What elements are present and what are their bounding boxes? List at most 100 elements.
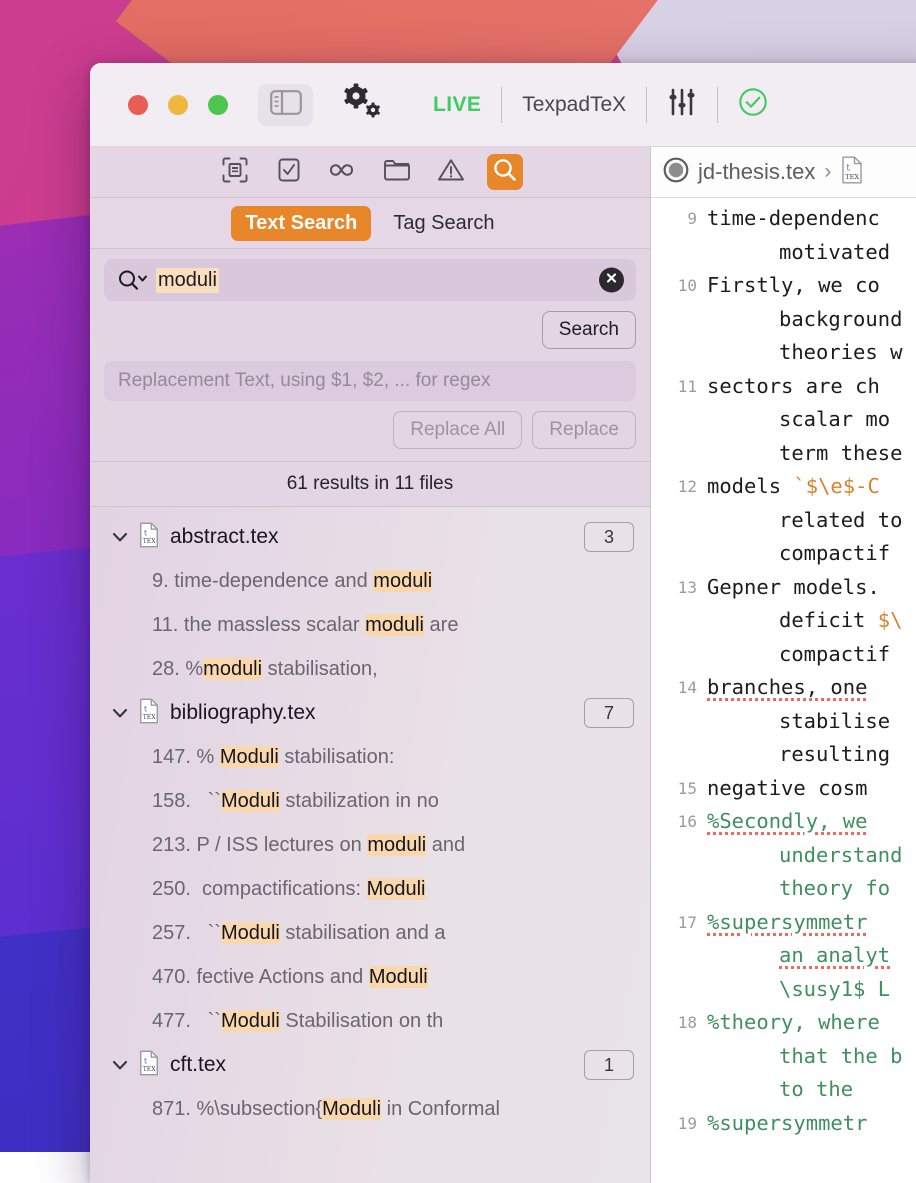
result-snippet: the massless scalar moduli are	[178, 614, 458, 637]
result-file-row[interactable]: tTEXcft.tex1	[90, 1043, 650, 1087]
line-number	[651, 1040, 707, 1074]
tab-text-search[interactable]: Text Search	[231, 206, 371, 241]
line-number: 10	[651, 269, 707, 303]
code-line[interactable]: 16%Secondly, we	[651, 805, 916, 839]
chevron-down-icon[interactable]	[112, 1059, 128, 1071]
sidebar-toggle-button[interactable]	[258, 84, 313, 126]
result-line-number: 213.	[152, 834, 191, 857]
replacement-input[interactable]: Replacement Text, using $1, $2, ... for …	[104, 361, 636, 401]
code-line[interactable]: \susy1$ L	[651, 973, 916, 1007]
code-line[interactable]: 10Firstly, we co	[651, 269, 916, 303]
result-hit-row[interactable]: 28. %moduli stabilisation,	[90, 647, 650, 691]
result-line-number: 9.	[152, 570, 169, 593]
result-hit-row[interactable]: 470. fective Actions and Moduli	[90, 955, 650, 999]
line-text: theories w	[707, 336, 916, 370]
search-button[interactable]: Search	[542, 311, 636, 349]
code-line[interactable]: an analyt	[651, 939, 916, 973]
search-icon-button[interactable]	[487, 154, 523, 190]
code-line[interactable]: compactif	[651, 638, 916, 672]
code-line[interactable]: scalar mo	[651, 403, 916, 437]
check-circle-icon	[738, 87, 768, 122]
result-line-number: 11.	[152, 614, 178, 637]
search-input[interactable]: moduli	[104, 259, 636, 301]
zoom-button[interactable]	[208, 95, 228, 115]
gears-icon	[341, 83, 383, 126]
result-snippet: %\subsection{Moduli in Conformal	[191, 1098, 500, 1121]
clear-search-button[interactable]	[599, 268, 624, 293]
code-line[interactable]: resulting	[651, 738, 916, 772]
code-line[interactable]: background	[651, 303, 916, 337]
result-snippet: %moduli stabilisation,	[180, 658, 378, 681]
search-options-icon[interactable]	[116, 268, 150, 292]
result-hit-row[interactable]: 147. % Moduli stabilisation:	[90, 735, 650, 779]
checkbox-icon-button[interactable]	[271, 154, 307, 190]
document-scan-icon	[222, 157, 248, 188]
code-line[interactable]: 11sectors are ch	[651, 370, 916, 404]
code-line[interactable]: related to	[651, 504, 916, 538]
result-snippet: fective Actions and Moduli	[191, 966, 428, 989]
code-line[interactable]: theories w	[651, 336, 916, 370]
line-text: Firstly, we co	[707, 269, 916, 303]
code-line[interactable]: to the	[651, 1073, 916, 1107]
line-text: understand	[707, 839, 916, 873]
line-number: 9	[651, 202, 707, 236]
result-match: moduli	[367, 834, 426, 856]
tab-tag-search[interactable]: Tag Search	[379, 206, 508, 241]
result-match: moduli	[373, 570, 432, 592]
replace-all-button[interactable]: Replace All	[393, 411, 522, 449]
typeset-settings-button[interactable]	[667, 87, 697, 122]
code-line[interactable]: stabilise	[651, 705, 916, 739]
code-line[interactable]: theory fo	[651, 872, 916, 906]
code-line[interactable]: motivated	[651, 236, 916, 270]
record-circle-icon[interactable]	[663, 157, 689, 188]
code-line[interactable]: understand	[651, 839, 916, 873]
chevron-down-icon[interactable]	[112, 531, 128, 543]
line-text: background	[707, 303, 916, 337]
code-editor[interactable]: 9time-dependencmotivated10Firstly, we co…	[651, 198, 916, 1183]
line-text: stabilise	[707, 705, 916, 739]
chevron-down-icon[interactable]	[112, 707, 128, 719]
search-mode-tabs: Text Search Tag Search	[90, 198, 650, 249]
code-line[interactable]: 9time-dependenc	[651, 202, 916, 236]
result-line-number: 871.	[152, 1098, 191, 1121]
line-text: compactif	[707, 638, 916, 672]
result-hit-row[interactable]: 11. the massless scalar moduli are	[90, 603, 650, 647]
replace-button[interactable]: Replace	[532, 411, 636, 449]
result-hit-row[interactable]: 257. ``Moduli stabilisation and a	[90, 911, 650, 955]
code-line[interactable]: term these	[651, 437, 916, 471]
result-hit-row[interactable]: 213. P / ISS lectures on moduli and	[90, 823, 650, 867]
result-hit-row[interactable]: 250. compactifications: Moduli	[90, 867, 650, 911]
code-line[interactable]: 15negative cosm	[651, 772, 916, 806]
folder-icon-button[interactable]	[379, 154, 415, 190]
result-hit-row[interactable]: 9. time-dependence and moduli	[90, 559, 650, 603]
code-line[interactable]: deficit $\	[651, 604, 916, 638]
warning-triangle-icon-button[interactable]	[433, 154, 469, 190]
code-line[interactable]: 19%supersymmetr	[651, 1107, 916, 1141]
close-button[interactable]	[128, 95, 148, 115]
infinity-icon-button[interactable]	[325, 154, 361, 190]
line-number	[651, 504, 707, 538]
compile-status-button[interactable]	[738, 87, 768, 122]
settings-button[interactable]	[341, 83, 383, 126]
line-text: time-dependenc	[707, 202, 916, 236]
line-number	[651, 973, 707, 1007]
code-line[interactable]: compactif	[651, 537, 916, 571]
breadcrumb-file-name[interactable]: jd-thesis.tex	[698, 159, 815, 185]
result-hit-row[interactable]: 158. ``Moduli stabilization in no	[90, 779, 650, 823]
line-text: %supersymmetr	[707, 906, 916, 940]
result-hit-row[interactable]: 477. ``Moduli Stabilisation on th	[90, 999, 650, 1043]
document-scan-icon-button[interactable]	[217, 154, 253, 190]
code-line[interactable]: 18%theory, where	[651, 1006, 916, 1040]
result-file-row[interactable]: tTEXbibliography.tex7	[90, 691, 650, 735]
line-number	[651, 638, 707, 672]
code-line[interactable]: 17%supersymmetr	[651, 906, 916, 940]
minimize-button[interactable]	[168, 95, 188, 115]
code-line[interactable]: that the b	[651, 1040, 916, 1074]
code-line[interactable]: 12models `$\e$-C	[651, 470, 916, 504]
code-line[interactable]: 13Gepner models.	[651, 571, 916, 605]
code-line[interactable]: 14branches, one	[651, 671, 916, 705]
result-file-row[interactable]: tTEXabstract.tex3	[90, 515, 650, 559]
result-line-number: 158.	[152, 790, 191, 813]
search-results-list[interactable]: tTEXabstract.tex39. time-dependence and …	[90, 507, 650, 1183]
result-hit-row[interactable]: 871. %\subsection{Moduli in Conformal	[90, 1087, 650, 1131]
